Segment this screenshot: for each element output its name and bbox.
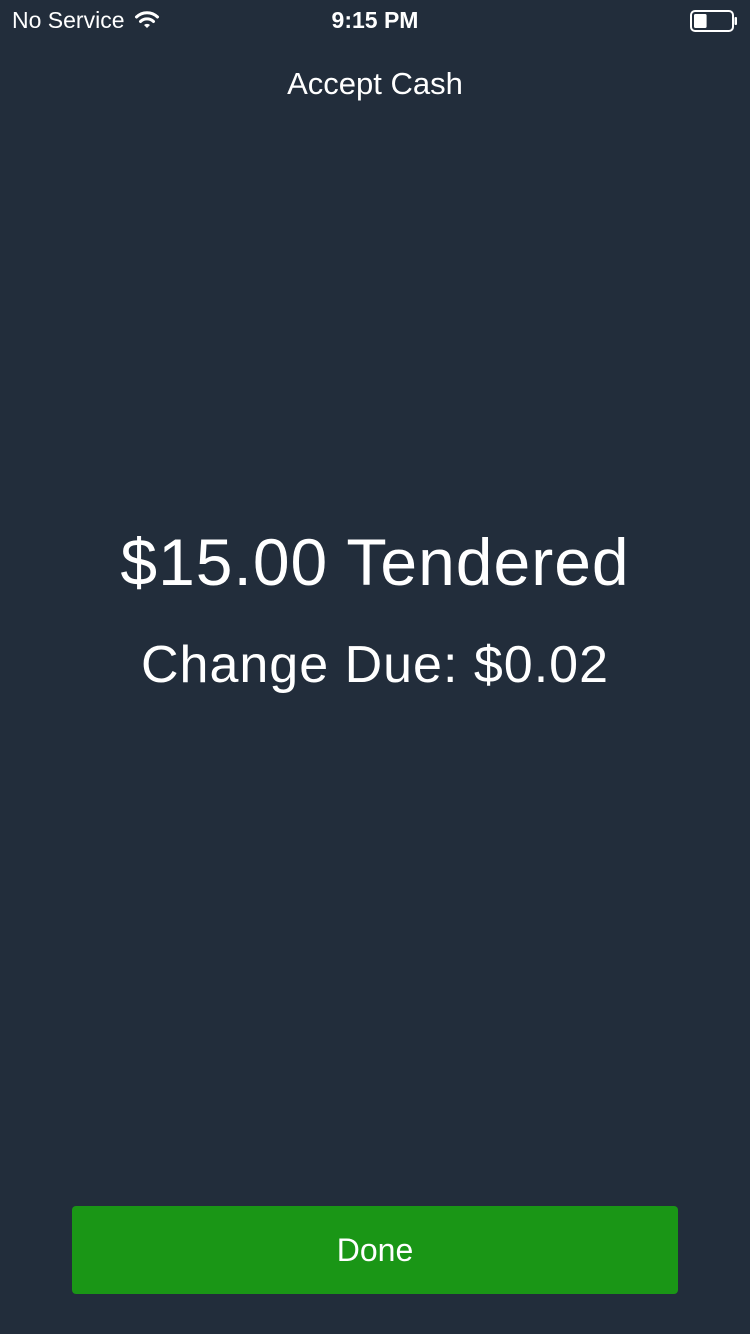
done-button[interactable]: Done: [72, 1206, 678, 1294]
done-button-label: Done: [336, 1231, 414, 1268]
status-time: 9:15 PM: [331, 7, 419, 33]
battery-icon: [690, 10, 737, 32]
status-bar: No Service 9:15 PM: [0, 0, 750, 40]
change-due: Change Due: $0.02: [140, 636, 609, 694]
tendered-amount: $15.00 Tendered: [120, 525, 630, 599]
page-title: Accept Cash: [287, 66, 463, 101]
